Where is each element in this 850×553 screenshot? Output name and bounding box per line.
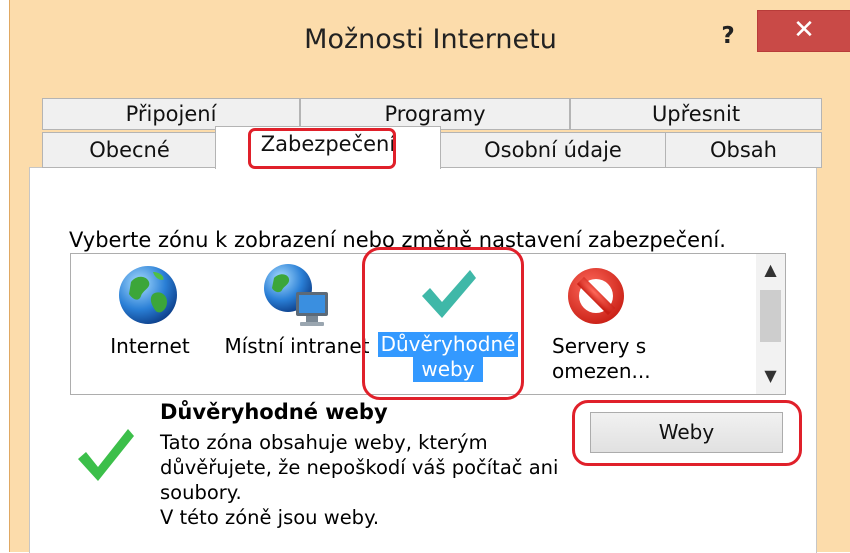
globe-computer-icon [264,264,328,326]
selected-zone-title: Důvěryhodné weby [160,400,388,424]
title-bar[interactable]: Možnosti Internetu ? ✕ [10,0,850,86]
tab-label: Připojení [125,102,217,126]
scroll-up-icon[interactable]: ▲ [756,260,785,284]
restricted-icon [568,268,624,324]
tab-label: Obecné [89,138,170,162]
scroll-down-icon[interactable]: ▼ [756,366,785,390]
highlight-sites-button [572,400,802,466]
checkmark-icon [78,429,134,481]
zone-label: Místní intranet [224,334,370,358]
highlight-security-tab [248,128,396,169]
zone-local-intranet[interactable]: Místní intranet [222,260,372,370]
zone-label-line1: Servery s [552,334,647,358]
description-line: soubory. [160,481,242,504]
globe-icon [119,266,177,324]
description-line: Tato zóna obsahuje weby, kterým [160,431,488,454]
zone-label-line2: omezen... [552,359,651,383]
tab-label: Osobní údaje [484,138,622,162]
description-line: důvěřujete, že nepoškodí váš počítač ani [160,456,559,479]
zone-restricted-sites[interactable]: Servery s omezen... [540,260,660,386]
tab-obecne[interactable]: Obecné [42,132,217,168]
scroll-thumb[interactable] [760,290,781,342]
zone-internet[interactable]: Internet [100,260,200,370]
selected-zone-description: Tato zóna obsahuje weby, kterým důvěřuje… [160,430,580,530]
zone-list-scrollbar[interactable]: ▲ ▼ [756,254,785,394]
tab-label: Obsah [710,138,777,162]
close-icon: ✕ [793,15,815,45]
tab-osobni-udaje[interactable]: Osobní údaje [440,132,666,168]
tab-label: Programy [384,102,486,126]
tab-upresnit[interactable]: Upřesnit [570,98,822,130]
zone-label: Internet [110,334,190,358]
close-button[interactable]: ✕ [757,10,850,52]
tab-label: Upřesnit [651,102,741,126]
highlight-trusted-zone [362,247,524,400]
tab-obsah[interactable]: Obsah [665,132,822,168]
description-line: V této zóně jsou weby. [160,506,380,529]
help-button[interactable]: ? [708,18,748,58]
